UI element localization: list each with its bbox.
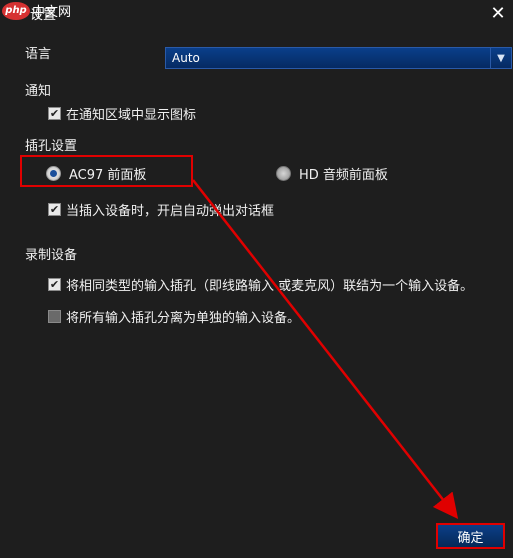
radio-hd-audio[interactable]: HD 音频前面板 — [276, 164, 388, 183]
settings-dialog: 设置 php 中文网 ✕ 语言 Auto ▼ 通知 ✔ 在通知区域中显示图标 插… — [0, 0, 513, 558]
check-icon: ✔ — [49, 107, 60, 120]
show-icon-checkbox[interactable]: ✔ — [48, 107, 61, 120]
chevron-down-icon[interactable]: ▼ — [490, 48, 511, 68]
notification-section-title: 通知 — [25, 84, 52, 99]
language-value: Auto — [172, 51, 200, 65]
auto-popup-checkbox[interactable]: ✔ — [48, 203, 61, 216]
language-label: 语言 — [25, 47, 52, 62]
ok-button[interactable]: 确定 — [436, 523, 505, 549]
show-icon-option[interactable]: ✔ 在通知区域中显示图标 — [48, 104, 196, 123]
radio-hd-audio-label: HD 音频前面板 — [299, 168, 388, 183]
combine-inputs-label: 将相同类型的输入插孔（即线路输入 或麦克风）联结为一个输入设备。 — [66, 279, 474, 294]
radio-button-unselected[interactable] — [276, 166, 291, 181]
jack-section-title: 插孔设置 — [25, 139, 78, 154]
close-icon: ✕ — [490, 3, 506, 24]
auto-popup-label: 当插入设备时，开启自动弹出对话框 — [66, 204, 275, 219]
watermark-text: 中文网 — [32, 5, 72, 20]
separate-inputs-option[interactable]: 将所有输入插孔分离为单独的输入设备。 — [48, 307, 300, 326]
check-icon: ✔ — [49, 278, 60, 291]
check-icon: ✔ — [49, 203, 60, 216]
php-logo: php — [2, 1, 30, 20]
separate-inputs-checkbox[interactable] — [48, 310, 61, 323]
annotation-box-ac97 — [20, 155, 193, 187]
watermark: php 中文网 — [2, 1, 71, 20]
auto-popup-option[interactable]: ✔ 当插入设备时，开启自动弹出对话框 — [48, 200, 274, 219]
close-button[interactable]: ✕ — [487, 3, 509, 25]
show-icon-label: 在通知区域中显示图标 — [66, 108, 197, 123]
combine-inputs-option[interactable]: ✔ 将相同类型的输入插孔（即线路输入 或麦克风）联结为一个输入设备。 — [48, 275, 473, 294]
language-dropdown[interactable]: Auto ▼ — [165, 47, 512, 69]
combine-inputs-checkbox[interactable]: ✔ — [48, 278, 61, 291]
separate-inputs-label: 将所有输入插孔分离为单独的输入设备。 — [66, 311, 301, 326]
title-bar: 设置 php 中文网 ✕ — [0, 0, 513, 30]
recording-section-title: 录制设备 — [25, 248, 78, 263]
